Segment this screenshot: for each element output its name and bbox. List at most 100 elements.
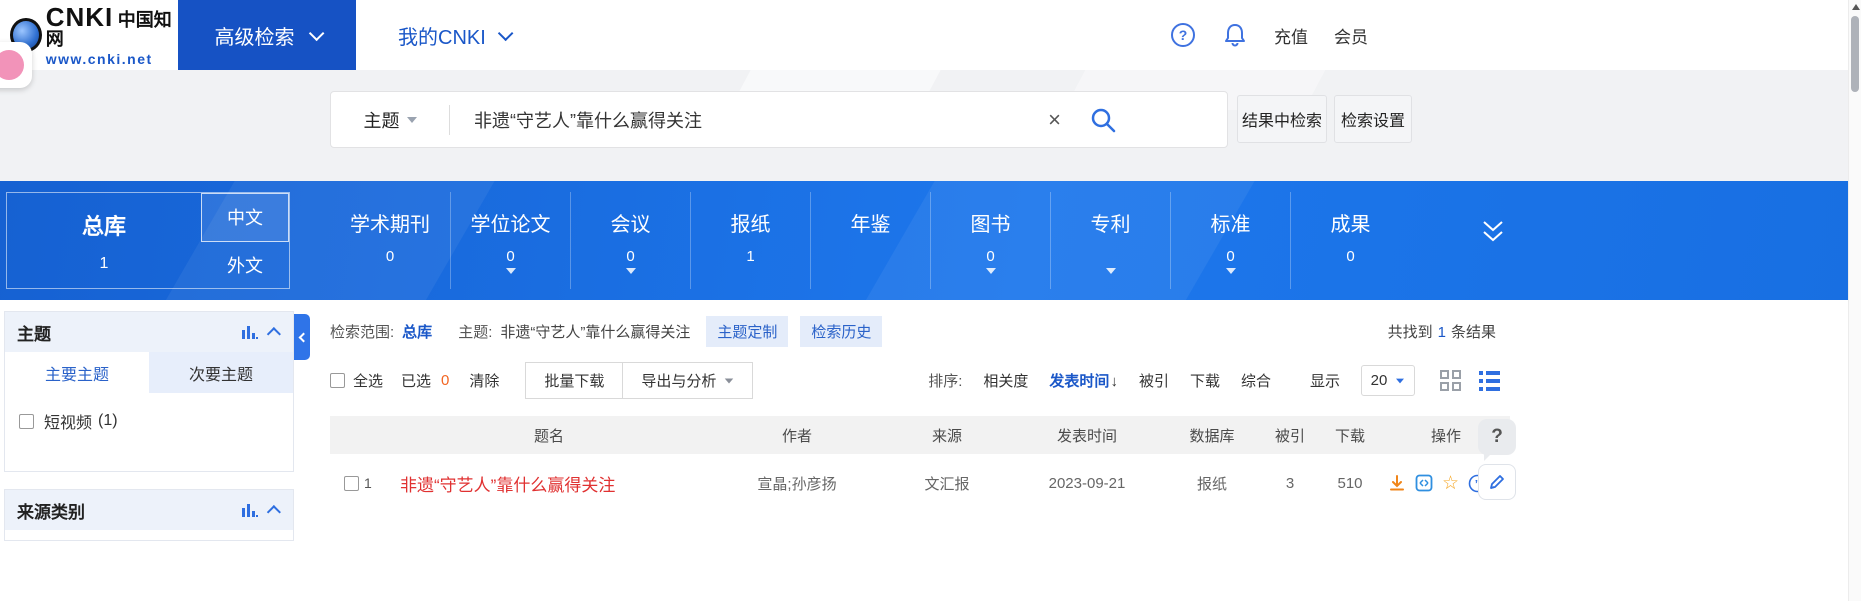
advanced-search-button[interactable]: 高级检索 [178,0,356,70]
chevron-down-icon [308,25,324,41]
logo-brand: CNKI [45,2,114,32]
dropdown-arrow-icon [1396,378,1405,383]
search-scope-row: 检索范围: 总库 主题: 非遗“守艺人”靠什么赢得关注 主题定制 检索历史 共找… [330,316,1510,347]
batch-download-button[interactable]: 批量下载 [525,362,624,399]
nav-item-patent[interactable]: 专利 [1050,192,1170,289]
search-settings-button[interactable]: 检索设置 [1334,95,1412,143]
scroll-up-arrow-icon[interactable] [1852,4,1860,10]
total-db-block: 总库 1 中文 外文 [6,192,290,289]
result-title-link[interactable]: 非遗“守艺人”靠什么赢得关注 [386,471,712,496]
checkbox[interactable] [19,413,34,429]
download-icon[interactable] [1388,474,1406,492]
col-author: 作者 [781,427,812,445]
bar-chart-icon[interactable] [241,502,259,518]
topic-group-header: 主题 [5,312,293,352]
db-nav-items: 学术期刊 0 学位论文 0 会议 0 报纸 1 年鉴 图书 0 专利 标准 0 … [330,192,1410,289]
dropdown-arrow-icon [406,116,417,123]
scrollbar-thumb[interactable] [1851,16,1859,92]
member-link[interactable]: 会员 [1334,23,1368,48]
topic-item-label: 短视频 [44,415,93,432]
search-history-badge[interactable]: 检索历史 [800,316,883,347]
nav-item-conference[interactable]: 会议 0 [570,192,690,289]
nav-item-newspaper[interactable]: 报纸 1 [690,192,810,289]
sidebar-collapse-handle[interactable] [294,314,310,360]
selected-count: 0 [441,372,450,389]
search-in-results-button[interactable]: 结果中检索 [1237,95,1327,143]
recharge-link[interactable]: 充值 [1274,23,1308,48]
select-all-label[interactable]: 全选 [353,370,383,391]
caret-down-icon [625,268,636,274]
nav-item-book[interactable]: 图书 0 [930,192,1050,289]
result-authors[interactable]: 宣晶;孙彦扬 [712,473,882,494]
tab-secondary-topic[interactable]: 次要主题 [149,352,293,393]
html-read-icon[interactable] [1415,474,1433,492]
list-view-icon[interactable] [1479,370,1500,391]
floating-avatar[interactable] [0,42,32,88]
col-downloads: 下载 [1334,427,1365,445]
caret-down-icon [505,268,516,274]
favorite-star-icon[interactable]: ☆ [1442,474,1459,493]
result-database: 报纸 [1196,475,1227,493]
topic-filter-box: 主题 主要主题 次要主题 短视频 (1) [4,311,294,472]
sort-publish-time[interactable]: 发表时间↓ [1049,370,1118,391]
select-all-checkbox[interactable] [330,373,345,388]
search-bar: 主题 × [330,91,1228,148]
feedback-bubble-icon[interactable]: ? [1478,419,1516,461]
nav-item-standard[interactable]: 标准 0 [1170,192,1290,289]
search-input[interactable] [450,109,1043,130]
expand-more-chevron-icon[interactable] [1478,219,1508,245]
tab-chinese[interactable]: 中文 [201,193,289,242]
nav-item-total[interactable]: 总库 1 [7,193,201,288]
filter-sidebar: 主题 主要主题 次要主题 短视频 (1) 来源类别 [4,311,294,558]
result-count-number: 1 [1437,324,1446,341]
chevron-down-icon [497,25,514,41]
sort-download[interactable]: 下载 [1190,370,1220,391]
scope-value-link[interactable]: 总库 [402,321,432,342]
search-zone: 主题 × 结果中检索 检索设置 [0,70,1861,181]
cnki-logo[interactable]: CNKI 中国知网 www.cnki.net [10,4,178,66]
tab-foreign[interactable]: 外文 [201,242,289,289]
col-date: 发表时间 [1056,427,1117,445]
tab-primary-topic[interactable]: 主要主题 [5,352,149,393]
page-scrollbar[interactable] [1848,0,1861,601]
result-cited-count[interactable]: 3 [1262,475,1318,492]
svg-text:?: ? [1179,27,1188,43]
source-filter-box: 来源类别 [4,489,294,541]
row-index: 1 [364,475,372,491]
collapse-caret-icon[interactable] [266,505,281,520]
search-icon[interactable] [1089,106,1117,134]
clear-search-icon[interactable]: × [1048,108,1061,131]
topic-tabs: 主要主题 次要主题 [5,352,293,393]
sort-label: 排序: [928,373,963,390]
bar-chart-icon[interactable] [241,324,259,340]
collapse-caret-icon[interactable] [266,327,281,342]
nav-item-thesis[interactable]: 学位论文 0 [450,192,570,289]
note-pencil-icon[interactable] [1478,464,1516,500]
nav-item-yearbook[interactable]: 年鉴 [810,192,930,289]
result-download-count[interactable]: 510 [1318,475,1382,492]
group-title: 来源类别 [17,502,85,522]
row-checkbox[interactable] [344,475,359,491]
nav-item-achievement[interactable]: 成果 0 [1290,192,1410,289]
results-toolbar: 全选 已选 0 清除 批量下载 导出与分析 排序: 相关度 发表时间↓ 被引 下… [330,362,1510,399]
sort-overall[interactable]: 综合 [1241,370,1271,391]
caret-down-icon [985,268,996,274]
col-cited: 被引 [1274,427,1305,445]
result-source[interactable]: 文汇报 [882,473,1012,494]
topic-custom-badge[interactable]: 主题定制 [706,316,789,347]
search-field-selector[interactable]: 主题 [331,107,449,133]
table-row: 1 非遗“守艺人”靠什么赢得关注 宣晶;孙彦扬 文汇报 2023-09-21 报… [330,454,1515,512]
nav-item-journal[interactable]: 学术期刊 0 [330,192,450,289]
my-cnki-menu[interactable]: 我的CNKI [398,21,514,50]
topic-filter-item[interactable]: 短视频 (1) [19,409,279,433]
help-icon[interactable]: ? [1170,22,1196,48]
export-analyze-button[interactable]: 导出与分析 [623,362,754,399]
notification-bell-icon[interactable] [1222,22,1248,48]
sort-relevance[interactable]: 相关度 [983,370,1028,391]
grid-view-icon[interactable] [1440,370,1461,391]
topic-label: 主题: [458,324,493,341]
caret-down-icon [1105,268,1116,274]
sort-cited[interactable]: 被引 [1139,370,1169,391]
page-size-select[interactable]: 20 [1361,365,1415,396]
clear-selection-link[interactable]: 清除 [469,370,499,391]
